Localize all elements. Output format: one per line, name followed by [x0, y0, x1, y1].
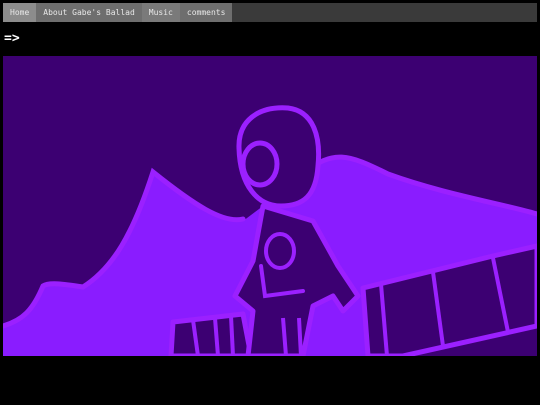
nav-item-music[interactable]: Music: [142, 3, 180, 22]
nav-item-about[interactable]: About Gabe's Ballad: [36, 3, 142, 22]
comic-panel: [3, 56, 537, 356]
character-chest-emblem: [264, 232, 296, 270]
nav-item-home[interactable]: Home: [3, 3, 37, 22]
nav-menu: Home About Gabe's Ballad Music comments: [3, 3, 233, 22]
nav-item-comments[interactable]: comments: [179, 3, 233, 22]
railing-shape: [168, 311, 254, 356]
next-page-command-link[interactable]: =>: [4, 31, 20, 47]
comic-panel-illustration: [3, 56, 537, 356]
top-navigation-bar: Home About Gabe's Ballad Music comments: [3, 3, 537, 22]
character-face-hole: [240, 140, 280, 188]
railing-slat: [229, 315, 235, 356]
